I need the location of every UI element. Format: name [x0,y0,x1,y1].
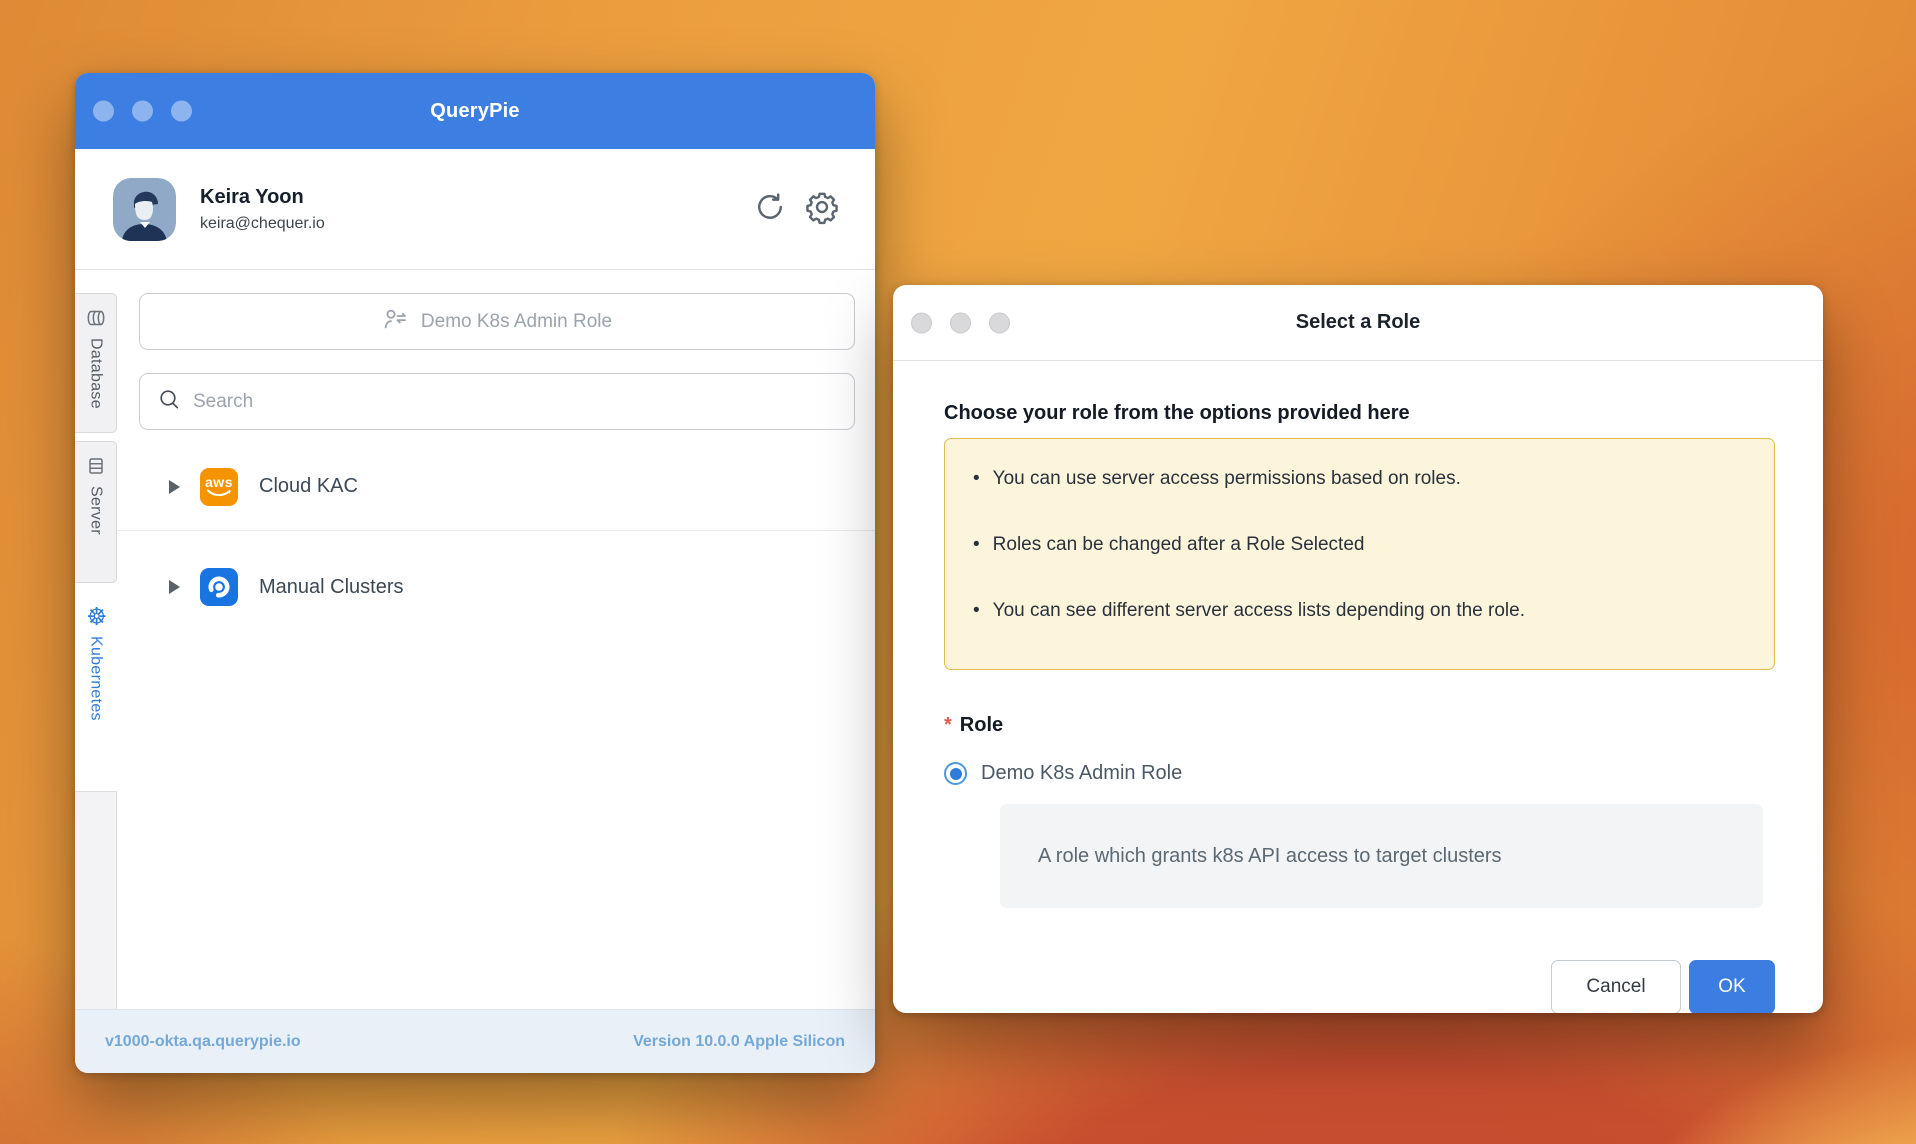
role-option-label: Demo K8s Admin Role [981,762,1182,785]
traffic-lights [93,101,192,122]
cancel-button[interactable]: Cancel [1551,960,1681,1013]
zoom-window-button[interactable] [989,312,1010,333]
profile-section: Keira Yoon keira@chequer.io [75,149,875,270]
tab-kubernetes[interactable]: ☸ Kubernetes [75,591,117,783]
database-icon [86,308,106,328]
gear-icon [804,189,840,230]
current-role-button[interactable]: Demo K8s Admin Role [139,293,855,350]
info-bullet: • You can use server access permissions … [973,464,1746,512]
info-bullet: • You can see different server access li… [973,596,1746,644]
tabstrip-filler [75,791,117,1009]
radio-selected-icon[interactable] [944,762,967,785]
bullet-icon: • [973,464,980,493]
refresh-button[interactable] [752,191,788,227]
tree-item-label: Cloud KAC [259,475,358,498]
disclosure-triangle-icon[interactable] [169,480,180,494]
refresh-icon [753,190,787,229]
bullet-icon: • [973,530,980,559]
traffic-lights [911,312,1010,333]
search-icon [158,388,181,416]
desktop-wallpaper: QueryPie Keira Yoon keira@chequer.io [0,0,1916,1144]
tree-item-manual-clusters[interactable]: Manual Clusters [117,531,875,643]
minimize-window-button[interactable] [132,101,153,122]
tree-item-label: Manual Clusters [259,576,404,599]
info-bullet: • Roles can be changed after a Role Sele… [973,530,1746,578]
dialog-titlebar[interactable]: Select a Role [893,285,1823,361]
tree-item-cloud-kac[interactable]: aws Cloud KAC [117,443,875,531]
close-window-button[interactable] [911,312,932,333]
role-description-text: A role which grants k8s API access to ta… [1038,845,1502,868]
querypie-window: QueryPie Keira Yoon keira@chequer.io [75,73,875,1073]
zoom-window-button[interactable] [171,101,192,122]
sidebar-tabstrip: Database Server ☸ Kubernetes [75,270,117,1009]
current-role-label: Demo K8s Admin Role [421,311,612,333]
tab-database-label: Database [87,338,105,409]
close-window-button[interactable] [93,101,114,122]
querypie-titlebar[interactable]: QueryPie [75,73,875,149]
tab-database[interactable]: Database [75,293,117,433]
dialog-heading: Choose your role from the options provid… [944,402,1775,425]
user-name: Keira Yoon [200,186,752,209]
tab-server[interactable]: Server [75,441,117,583]
host-url: v1000-okta.qa.querypie.io [105,1033,301,1051]
dialog-title: Select a Role [1296,311,1421,334]
search-field[interactable] [139,373,855,430]
bullet-icon: • [973,596,980,625]
settings-button[interactable] [804,191,840,227]
role-description-box: A role which grants k8s API access to ta… [1000,804,1763,908]
querypie-cluster-icon [200,568,238,606]
ok-button[interactable]: OK [1689,960,1775,1013]
disclosure-triangle-icon[interactable] [169,580,180,594]
kubernetes-helm-icon: ☸ [85,605,105,627]
tab-kubernetes-label: Kubernetes [87,636,105,721]
avatar [113,178,176,241]
select-role-dialog: Select a Role Choose your role from the … [893,285,1823,1013]
required-asterisk: * [944,714,952,737]
info-box: • You can use server access permissions … [944,438,1775,670]
app-version: Version 10.0.0 Apple Silicon [633,1033,845,1051]
user-switch-icon [382,307,410,336]
role-option-demo-k8s-admin[interactable]: Demo K8s Admin Role [944,762,1775,785]
tab-server-label: Server [87,486,105,535]
window-title: QueryPie [430,100,519,123]
role-field-label: Role [960,714,1003,737]
minimize-window-button[interactable] [950,312,971,333]
aws-icon: aws [200,468,238,506]
cluster-tree: aws Cloud KAC [117,443,875,643]
search-input[interactable] [193,391,836,413]
status-bar: v1000-okta.qa.querypie.io Version 10.0.0… [75,1009,875,1073]
user-email: keira@chequer.io [200,215,752,233]
server-icon [86,456,106,476]
